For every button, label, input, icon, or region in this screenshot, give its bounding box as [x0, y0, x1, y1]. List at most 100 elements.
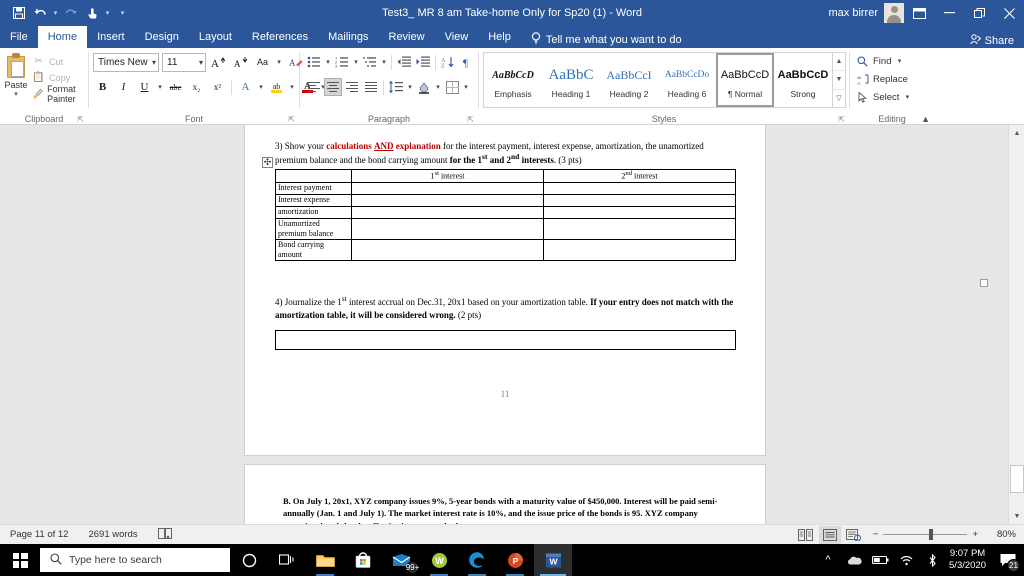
row-label-amortization[interactable]: amortization — [275, 205, 352, 219]
grow-font-button[interactable]: A — [209, 53, 228, 72]
format-painter-button[interactable]: Format Painter — [32, 84, 88, 104]
multilevel-list-button[interactable] — [361, 53, 379, 71]
align-center-button[interactable] — [324, 78, 342, 96]
proofing-errors-icon[interactable] — [148, 527, 182, 542]
paste-button[interactable]: Paste ▾ — [0, 51, 32, 98]
style-heading-2[interactable]: AaBbCcI Heading 2 — [600, 53, 658, 107]
microsoft-edge-icon[interactable] — [458, 544, 496, 576]
sort-button[interactable]: AZ — [439, 53, 457, 71]
text-highlight-color-button[interactable]: ab — [267, 78, 286, 97]
task-view-icon[interactable] — [268, 544, 306, 576]
change-case-dropdown-icon[interactable]: ▾ — [275, 58, 283, 66]
tab-file[interactable]: File — [0, 26, 38, 48]
row-label-unamortized-premium-balance[interactable]: Unamortized premium balance — [275, 217, 352, 240]
bluetooth-icon[interactable] — [919, 544, 945, 576]
read-mode-button[interactable] — [795, 526, 817, 544]
mail-icon[interactable]: 99+ — [382, 544, 420, 576]
line-spacing-button[interactable] — [387, 78, 405, 96]
find-dropdown-icon[interactable]: ▾ — [895, 57, 903, 65]
font-dialog-launcher-icon[interactable]: ⇱ — [288, 115, 295, 124]
superscript-button[interactable]: x² — [208, 78, 227, 97]
highlight-dropdown-icon[interactable]: ▾ — [288, 83, 296, 91]
scrollbar-thumb[interactable] — [1010, 465, 1024, 493]
select-dropdown-icon[interactable]: ▾ — [903, 93, 911, 101]
document-canvas[interactable]: 3) Show your calculations AND explanatio… — [0, 125, 1024, 524]
tell-me-search[interactable]: Tell me what you want to do — [521, 32, 682, 48]
styles-scroll-up-icon[interactable]: ▲ — [833, 53, 845, 72]
scroll-down-icon[interactable]: ▼ — [1009, 508, 1024, 524]
style-heading-1[interactable]: AaBbC Heading 1 — [542, 53, 600, 107]
shading-dropdown-icon[interactable]: ▾ — [434, 83, 442, 91]
taskbar-clock[interactable]: 9:07 PM 5/3/2020 — [945, 548, 994, 573]
restore-button[interactable] — [964, 0, 994, 26]
row-label-interest-expense[interactable]: Interest expense — [275, 193, 352, 207]
style-normal[interactable]: AaBbCcD ¶ Normal — [716, 53, 774, 107]
style-emphasis[interactable]: AaBbCcD Emphasis — [484, 53, 542, 107]
select-button[interactable]: Select ▾ — [856, 89, 911, 105]
line-spacing-dropdown-icon[interactable]: ▾ — [406, 83, 414, 91]
touch-mode-dropdown-icon[interactable]: ▾ — [103, 9, 112, 17]
zoom-slider[interactable]: − + — [867, 529, 984, 540]
font-name-combo[interactable]: Times New R ▾ — [93, 52, 159, 72]
cell-interest-expense-2[interactable] — [543, 193, 736, 207]
cell-interest-expense-1[interactable] — [351, 193, 544, 207]
underline-dropdown-icon[interactable]: ▾ — [156, 83, 164, 91]
borders-dropdown-icon[interactable]: ▾ — [462, 83, 470, 91]
zoom-thumb[interactable] — [929, 529, 934, 540]
tab-review[interactable]: Review — [379, 26, 435, 48]
align-right-button[interactable] — [343, 78, 361, 96]
word-count[interactable]: 2691 words — [78, 529, 147, 540]
borders-button[interactable] — [443, 78, 461, 96]
bold-button[interactable]: B — [93, 78, 112, 97]
close-button[interactable] — [994, 0, 1024, 26]
numbering-button[interactable]: 123 — [333, 53, 351, 71]
cell-bond-carrying-1[interactable] — [351, 238, 544, 261]
taskbar-search-box[interactable]: Type here to search — [40, 548, 230, 572]
cell-unamortized-premium-1[interactable] — [351, 217, 544, 240]
cell-interest-payment-1[interactable] — [351, 181, 544, 195]
scroll-up-icon[interactable]: ▲ — [1009, 125, 1024, 141]
strikethrough-button[interactable]: abc — [166, 78, 185, 97]
font-size-combo[interactable]: 11 ▾ — [162, 52, 206, 72]
save-icon[interactable] — [9, 3, 29, 23]
tab-insert[interactable]: Insert — [87, 26, 135, 48]
cut-button[interactable]: ✂ Cut — [32, 54, 88, 69]
table-move-handle-icon[interactable]: ✣ — [262, 157, 273, 168]
cell-interest-payment-2[interactable] — [543, 181, 736, 195]
cell-bond-carrying-2[interactable] — [543, 238, 736, 261]
multilevel-list-dropdown-icon[interactable]: ▾ — [380, 58, 388, 66]
collapse-ribbon-icon[interactable]: ▲ — [921, 114, 930, 124]
tab-layout[interactable]: Layout — [189, 26, 242, 48]
onedrive-icon[interactable] — [841, 544, 867, 576]
vertical-scrollbar[interactable]: ▲ ▼ — [1008, 125, 1024, 524]
replace-button[interactable]: ab ac Replace — [856, 71, 911, 87]
styles-scroll-down-icon[interactable]: ▼ — [833, 71, 845, 90]
table-header-second-interest[interactable]: 2nd interest — [543, 169, 736, 183]
clipboard-dialog-launcher-icon[interactable]: ⇱ — [77, 115, 84, 124]
underline-button[interactable]: U — [135, 78, 154, 97]
tab-mailings[interactable]: Mailings — [318, 26, 378, 48]
word-icon[interactable]: W — [534, 544, 572, 576]
change-case-button[interactable]: Aa — [253, 53, 272, 72]
bullets-button[interactable] — [305, 53, 323, 71]
table-header-first-interest[interactable]: 1st interest — [351, 169, 544, 183]
show-hidden-icons[interactable]: ^ — [815, 544, 841, 576]
numbering-dropdown-icon[interactable]: ▾ — [352, 58, 360, 66]
align-left-button[interactable] — [305, 78, 323, 96]
find-button[interactable]: Find ▾ — [856, 53, 911, 69]
print-layout-button[interactable] — [818, 525, 841, 544]
amortization-table[interactable]: 1st interest 2nd interest Interest payme… — [275, 169, 736, 261]
justify-button[interactable] — [362, 78, 380, 96]
customize-quick-access-toolbar-icon[interactable]: ▾ — [118, 9, 127, 17]
zoom-level[interactable]: 80% — [986, 529, 1016, 540]
share-button[interactable]: Share — [970, 34, 1014, 48]
table-corner-cell[interactable] — [275, 169, 352, 183]
cell-amortization-2[interactable] — [543, 205, 736, 219]
answer-box[interactable] — [275, 330, 736, 350]
account-name[interactable]: max birrer — [828, 7, 878, 19]
web-layout-button[interactable] — [843, 526, 865, 544]
powerpoint-icon[interactable]: P — [496, 544, 534, 576]
start-button[interactable] — [0, 544, 40, 576]
cell-amortization-1[interactable] — [351, 205, 544, 219]
undo-dropdown-icon[interactable]: ▾ — [51, 9, 60, 17]
